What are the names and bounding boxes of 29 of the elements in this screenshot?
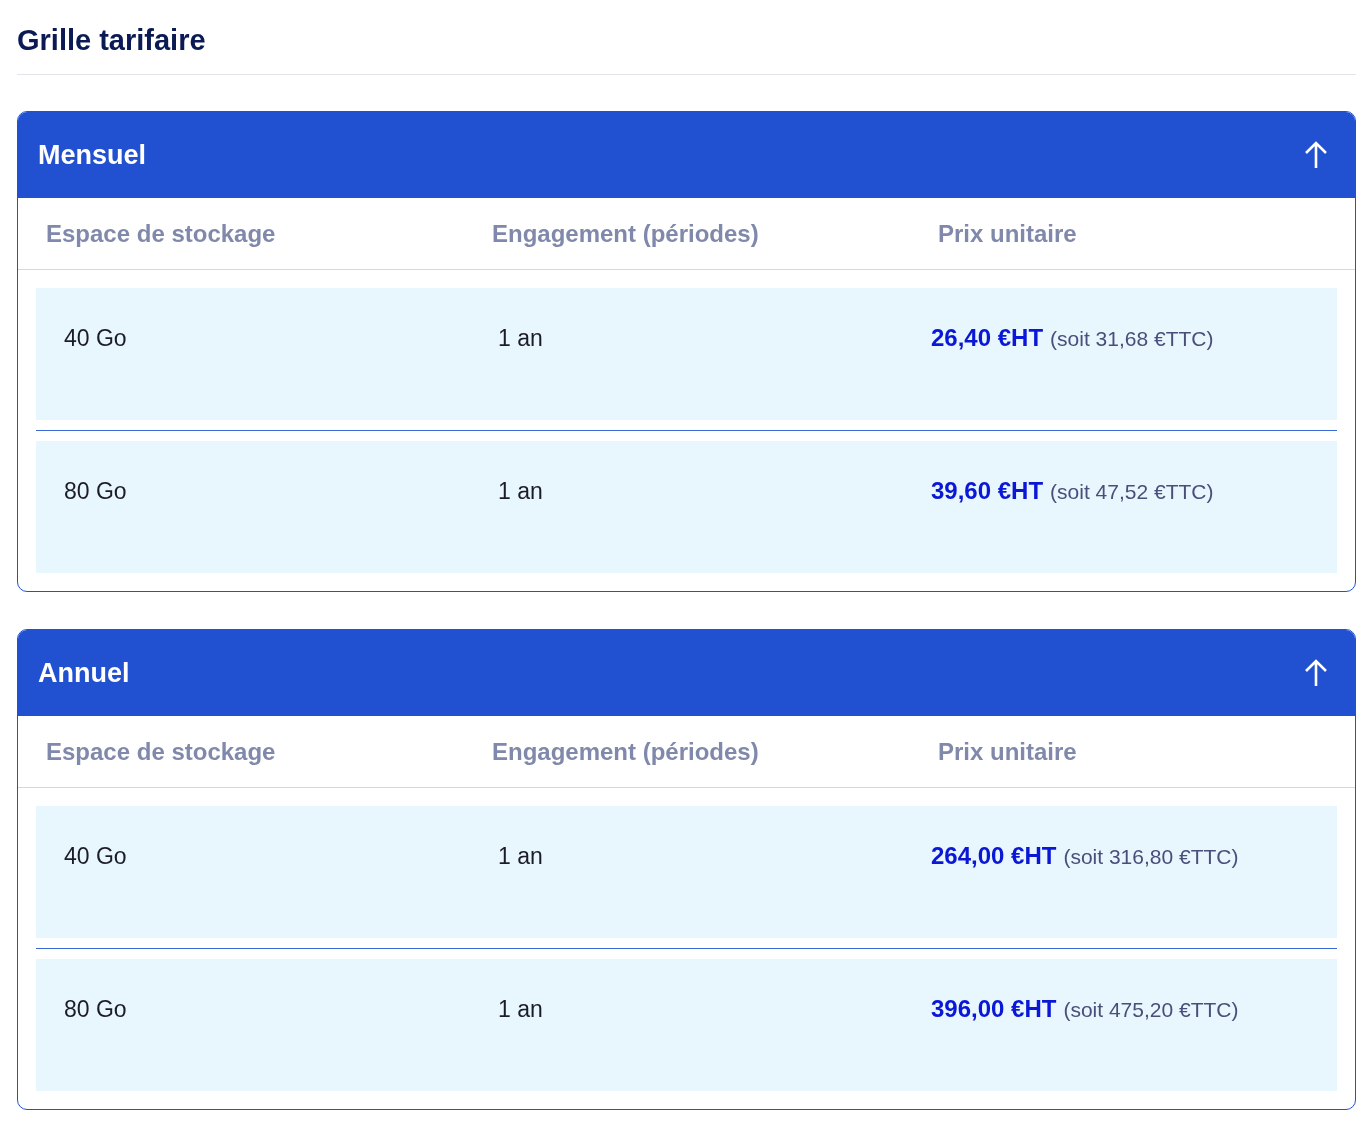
table-cell-text: 1 an [498, 842, 544, 870]
table-cell-text: 40 Go [64, 324, 128, 352]
collapse-button[interactable] [1303, 658, 1329, 688]
table-cell-text: 1 an [498, 477, 544, 505]
table-cell-text: 1 an [498, 995, 544, 1023]
up-arrow-icon [1303, 140, 1329, 170]
table-cell-text: 40 Go [64, 842, 128, 870]
price-ttc: (soit 316,80 €TTC) [1063, 844, 1239, 870]
table-cell-text: 80 Go [64, 995, 128, 1023]
price-ttc: (soit 31,68 €TTC) [1050, 326, 1214, 352]
panel-title: Annuel [38, 657, 130, 689]
collapse-button[interactable] [1303, 140, 1329, 170]
column-header: Espace de stockage [46, 219, 277, 248]
table-cell-text: 80 Go [64, 477, 128, 505]
column-header: Espace de stockage [46, 737, 277, 766]
panel-title: Mensuel [38, 139, 147, 171]
column-header: Prix unitaire [938, 737, 1078, 766]
price-ht: 26,40 €HT [931, 324, 1044, 352]
price-ht: 264,00 €HT [931, 842, 1057, 870]
price-ht: 39,60 €HT [931, 477, 1044, 505]
table-cell-text: 1 an [498, 324, 544, 352]
column-header: Engagement (périodes) [492, 737, 760, 766]
up-arrow-icon [1303, 658, 1329, 688]
price-ttc: (soit 47,52 €TTC) [1050, 479, 1214, 505]
column-header: Engagement (périodes) [492, 219, 760, 248]
price-ht: 396,00 €HT [931, 995, 1057, 1023]
column-header: Prix unitaire [938, 219, 1078, 248]
page-title: Grille tarifaire [17, 23, 207, 58]
price-ttc: (soit 475,20 €TTC) [1063, 997, 1239, 1023]
